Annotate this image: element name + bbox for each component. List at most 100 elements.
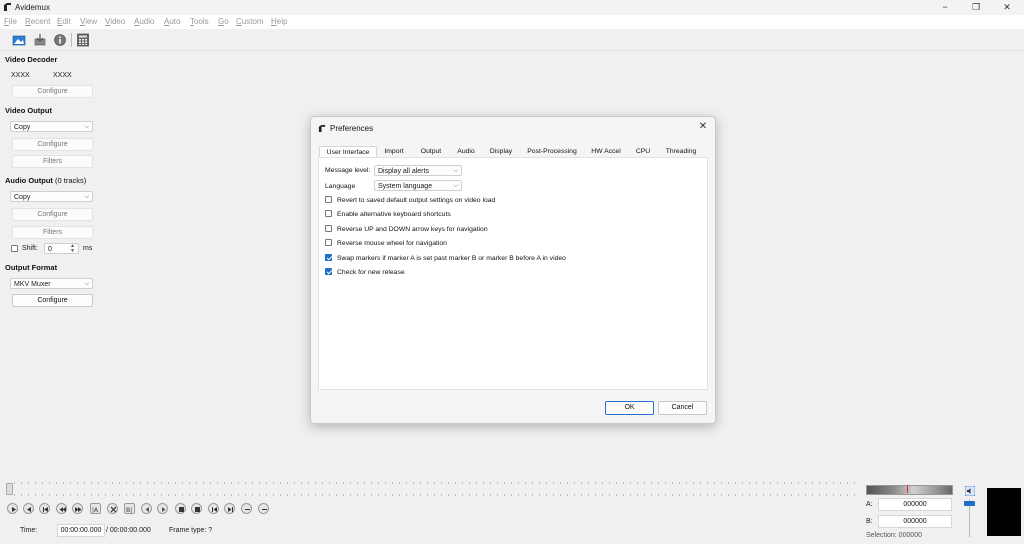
tab-cpu[interactable]: CPU: [630, 146, 656, 157]
audio-output-heading: Audio Output (0 tracks): [5, 176, 87, 185]
chevron-down-icon: ⌵: [84, 194, 89, 200]
tab-audio[interactable]: Audio: [451, 146, 481, 157]
menu-view[interactable]: View: [80, 17, 97, 26]
shift-spinbox[interactable]: 0 ▲ ▼: [44, 243, 79, 254]
next-black-frame-icon: [195, 507, 200, 512]
next-keyframe-button[interactable]: [72, 503, 83, 514]
rewind-button[interactable]: [23, 503, 34, 514]
rewind-icon: [27, 507, 31, 512]
timeline-slider-handle[interactable]: [6, 483, 13, 495]
menu-custom[interactable]: Custom: [236, 17, 264, 26]
current-time-field[interactable]: 00:00:00.000: [57, 524, 105, 537]
menu-bar: File Recent Edit View Video Audio Auto T…: [0, 15, 1024, 29]
menu-tools[interactable]: Tools: [190, 17, 209, 26]
next-black-frame-button[interactable]: [191, 503, 202, 514]
video-codec-select[interactable]: Copy ⌵: [10, 121, 93, 132]
audio-codec-select[interactable]: Copy ⌵: [10, 191, 93, 202]
previous-frame-button[interactable]: [39, 503, 50, 514]
menu-go[interactable]: Go: [218, 17, 229, 26]
forward-one-minute-icon: [262, 509, 267, 510]
tab-display[interactable]: Display: [484, 146, 518, 157]
dialog-title: Preferences: [330, 124, 374, 133]
toolbar: [0, 30, 1024, 51]
play-icon: [12, 507, 16, 512]
open-video-icon[interactable]: [12, 33, 26, 47]
menu-auto[interactable]: Auto: [164, 17, 180, 26]
total-time: / 00:00:00.000: [106, 527, 151, 534]
marker-b-field[interactable]: 000000: [878, 515, 952, 528]
minimize-button[interactable]: −: [938, 2, 952, 12]
set-marker-b-button[interactable]: B|: [124, 503, 135, 514]
audio-filters-button[interactable]: Filters: [12, 226, 93, 239]
previous-frame-icon: [43, 507, 48, 512]
spin-arrows-icon: ▲ ▼: [70, 243, 75, 254]
go-to-marker-a-button[interactable]: [141, 503, 152, 514]
backward-one-minute-button[interactable]: [241, 503, 252, 514]
tab-post-processing[interactable]: Post-Processing: [522, 146, 582, 157]
message-level-select[interactable]: Display all alerts ⌵: [374, 165, 462, 176]
option-checkbox[interactable]: [325, 225, 332, 232]
menu-recent[interactable]: Recent: [25, 17, 50, 26]
message-level-value: Display all alerts: [378, 168, 429, 175]
ok-button[interactable]: OK: [605, 401, 654, 415]
output-format-configure-button[interactable]: Configure: [12, 294, 93, 307]
avidemux-logo-icon: [318, 124, 326, 133]
menu-edit[interactable]: Edit: [57, 17, 71, 26]
first-frame-button[interactable]: [208, 503, 219, 514]
video-codec-value: Copy: [14, 124, 31, 131]
cancel-button[interactable]: Cancel: [658, 401, 707, 415]
chevron-down-icon: ⌵: [84, 124, 89, 130]
video-info-icon[interactable]: [53, 33, 67, 47]
option-checkbox[interactable]: [325, 210, 332, 217]
menu-help[interactable]: Help: [271, 17, 287, 26]
menu-audio[interactable]: Audio: [134, 17, 154, 26]
timeline-ticks-bottom: [14, 494, 858, 496]
audio-output-configure-button[interactable]: Configure: [12, 208, 93, 221]
timeline-slider[interactable]: [6, 484, 858, 492]
option-checkbox[interactable]: [325, 196, 332, 203]
maximize-button[interactable]: ❐: [969, 2, 983, 12]
language-select[interactable]: System language ⌵: [374, 180, 462, 191]
video-decoder-configure-button[interactable]: Configure: [12, 85, 93, 98]
marker-b-label: B:: [866, 518, 873, 525]
set-marker-a-button[interactable]: |A: [90, 503, 101, 514]
forward-one-minute-button[interactable]: [258, 503, 269, 514]
video-filters-button[interactable]: Filters: [12, 155, 93, 168]
calculator-icon[interactable]: [76, 33, 90, 47]
video-output-configure-button[interactable]: Configure: [12, 138, 93, 151]
option-label: Check for new release: [337, 269, 405, 276]
audio-track-count: (0 tracks): [55, 176, 87, 185]
marker-a-field[interactable]: 000000: [878, 498, 952, 511]
speaker-icon[interactable]: [965, 486, 975, 496]
delete-selection-button[interactable]: [107, 503, 118, 514]
shift-value: 0: [48, 246, 52, 253]
volume-slider-handle[interactable]: [964, 501, 975, 506]
last-frame-button[interactable]: [224, 503, 235, 514]
tab-import[interactable]: Import: [378, 146, 410, 157]
dialog-close-icon[interactable]: ✕: [697, 121, 709, 133]
selection-readout: Selection: 000000: [866, 532, 923, 539]
menu-file[interactable]: File: [4, 17, 17, 26]
option-checkbox[interactable]: [325, 268, 332, 275]
close-window-button[interactable]: ✕: [1000, 2, 1014, 12]
option-checkbox[interactable]: [325, 239, 332, 246]
previous-black-frame-button[interactable]: [175, 503, 186, 514]
tab-output[interactable]: Output: [415, 146, 447, 157]
option-checkbox[interactable]: [325, 254, 332, 261]
shift-checkbox[interactable]: [11, 245, 18, 252]
go-to-marker-b-button[interactable]: [157, 503, 168, 514]
tab-threading[interactable]: Threading: [660, 146, 702, 157]
video-output-heading: Video Output: [5, 106, 52, 115]
muxer-select[interactable]: MKV Muxer ⌵: [10, 278, 93, 289]
shift-label: Shift:: [22, 245, 38, 252]
tab-hw-accel[interactable]: HW Accel: [586, 146, 626, 157]
decoder-label-a: XXXX: [11, 72, 30, 79]
previous-keyframe-button[interactable]: [56, 503, 67, 514]
window-title: Avidemux: [15, 3, 50, 12]
language-label: Language: [325, 183, 356, 190]
play-button[interactable]: [7, 503, 18, 514]
language-value: System language: [378, 183, 433, 190]
save-video-icon[interactable]: [33, 33, 47, 47]
go-to-marker-b-icon: [162, 507, 166, 512]
menu-video[interactable]: Video: [105, 17, 125, 26]
